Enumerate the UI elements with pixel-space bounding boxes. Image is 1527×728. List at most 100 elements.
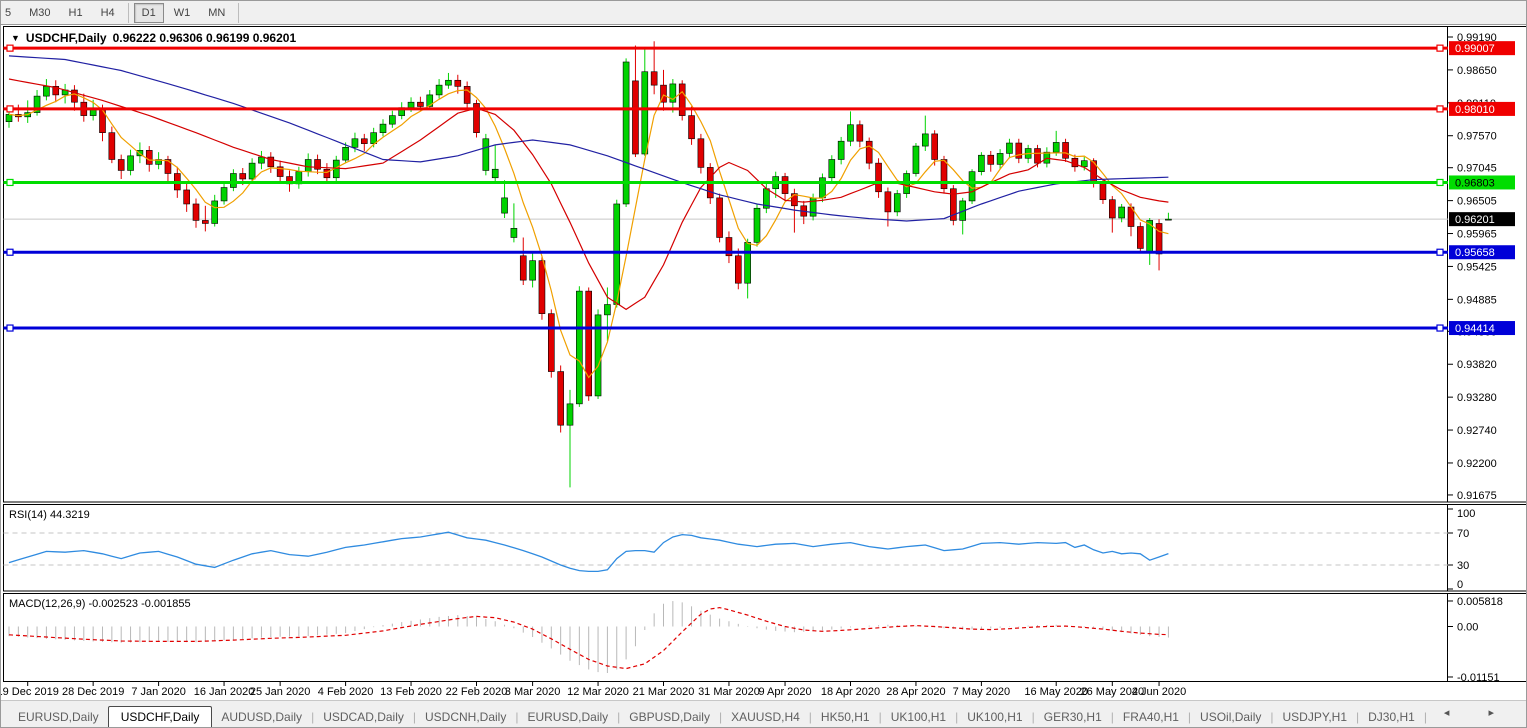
rsi-level-label: 30 bbox=[1457, 560, 1469, 572]
hline-handle[interactable] bbox=[6, 248, 14, 256]
candle-down bbox=[360, 138, 368, 144]
candle-up bbox=[501, 197, 508, 214]
date-label: 22 Feb 2020 bbox=[446, 686, 508, 698]
candle-down bbox=[519, 255, 527, 281]
rsi-level-label: 100 bbox=[1457, 508, 1475, 520]
macd-axis-label: 0.005818 bbox=[1457, 596, 1503, 608]
date-label: 21 Mar 2020 bbox=[633, 686, 695, 698]
chart-ohlc-values: 0.96222 0.96306 0.96199 0.96201 bbox=[112, 31, 297, 45]
candle-down bbox=[1109, 199, 1116, 219]
candle-up bbox=[211, 200, 218, 224]
candle-up bbox=[304, 159, 312, 172]
date-label: 31 Mar 2020 bbox=[698, 686, 760, 698]
candle-up bbox=[847, 124, 854, 142]
candle-up bbox=[379, 123, 387, 133]
candle-down bbox=[734, 255, 742, 284]
symbol-dropdown-icon[interactable]: ▼ bbox=[11, 33, 20, 43]
price-tick-label: 0.94885 bbox=[1457, 294, 1497, 306]
price-tick-label: 0.95965 bbox=[1457, 229, 1497, 241]
date-label: 18 Apr 2020 bbox=[821, 686, 880, 698]
candle-up bbox=[445, 79, 452, 86]
candle-up bbox=[753, 207, 761, 243]
candle-down bbox=[145, 150, 153, 165]
macd-panel-border bbox=[3, 593, 1448, 682]
candle-up bbox=[258, 156, 265, 164]
candle-down bbox=[856, 124, 864, 142]
candle-down bbox=[202, 220, 209, 224]
candle-down bbox=[1099, 182, 1107, 201]
hline-handle[interactable] bbox=[6, 324, 14, 332]
candle-up bbox=[389, 115, 396, 125]
candle-up bbox=[407, 101, 415, 108]
rsi-level-label: 70 bbox=[1457, 528, 1469, 540]
price-tick-label: 0.93820 bbox=[1457, 359, 1497, 371]
candle-down bbox=[1034, 148, 1041, 164]
hline-handle[interactable] bbox=[1436, 105, 1444, 113]
candle-down bbox=[781, 176, 789, 194]
candle-up bbox=[491, 168, 499, 179]
candle-up bbox=[351, 138, 359, 148]
candle-down bbox=[463, 86, 471, 104]
hline-handle[interactable] bbox=[1436, 248, 1444, 256]
main-panel-border bbox=[3, 26, 1448, 503]
candle-down bbox=[716, 197, 723, 238]
candle-up bbox=[482, 138, 490, 171]
candle-down bbox=[931, 133, 938, 160]
date-label: 4 Jun 2020 bbox=[1132, 686, 1186, 698]
candle-up bbox=[1080, 160, 1088, 168]
hline-price-badge-label: 0.98010 bbox=[1455, 104, 1495, 116]
date-label: 7 May 2020 bbox=[953, 686, 1010, 698]
hline-price-badge-label: 0.99007 bbox=[1455, 43, 1495, 55]
date-label: 3 Mar 2020 bbox=[505, 686, 561, 698]
price-tick-label: 0.97045 bbox=[1457, 163, 1497, 175]
candle-down bbox=[323, 168, 331, 179]
hline-price-badge-label: 0.95658 bbox=[1455, 247, 1495, 259]
hline-handle[interactable] bbox=[1436, 324, 1444, 332]
date-label: 16 Jan 2020 bbox=[194, 686, 255, 698]
candle-up bbox=[1043, 151, 1051, 164]
hline-price-badge-label: 0.94414 bbox=[1455, 323, 1495, 335]
candle-down bbox=[697, 138, 705, 168]
candle-up bbox=[529, 260, 536, 281]
date-label: 28 Dec 2019 bbox=[62, 686, 124, 698]
candle-up bbox=[510, 228, 518, 238]
candle-down bbox=[1137, 226, 1144, 249]
candle-up bbox=[604, 304, 611, 316]
candle-up bbox=[127, 155, 134, 171]
candle-up bbox=[837, 140, 845, 160]
date-label: 4 Feb 2020 bbox=[318, 686, 374, 698]
candle-up bbox=[978, 154, 985, 172]
candle-down bbox=[987, 154, 995, 165]
hline-handle[interactable] bbox=[6, 178, 14, 187]
candle-down bbox=[454, 79, 462, 87]
candle-down bbox=[585, 290, 593, 397]
date-label: 16 May 2020 bbox=[1024, 686, 1088, 698]
candle-up bbox=[912, 145, 920, 174]
macd-label: MACD(12,26,9) -0.002523 -0.001855 bbox=[9, 598, 191, 610]
hline-handle[interactable] bbox=[1436, 178, 1444, 187]
hline-handle[interactable] bbox=[6, 105, 14, 113]
candle-up bbox=[996, 153, 1004, 165]
date-label: 13 Feb 2020 bbox=[380, 686, 442, 698]
price-tick-label: 0.93280 bbox=[1457, 392, 1497, 404]
rsi-level-label: 0 bbox=[1457, 579, 1463, 591]
candle-down bbox=[865, 140, 873, 164]
rsi-panel-border bbox=[3, 504, 1448, 592]
candle-up bbox=[893, 193, 901, 213]
candle-up bbox=[641, 71, 649, 155]
candle-up bbox=[43, 86, 50, 97]
candle-down bbox=[417, 101, 424, 107]
candle-down bbox=[1062, 142, 1069, 159]
hline-handle[interactable] bbox=[1436, 44, 1444, 52]
candle-down bbox=[108, 132, 116, 160]
hline-handle[interactable] bbox=[6, 44, 14, 52]
candle-down bbox=[117, 159, 125, 171]
candle-down bbox=[678, 83, 686, 116]
rsi-line bbox=[8, 531, 1169, 573]
date-label: 12 Mar 2020 bbox=[567, 686, 629, 698]
candle-down bbox=[650, 71, 658, 86]
candle-up bbox=[1052, 142, 1060, 153]
current-price-badge-label: 0.96201 bbox=[1455, 214, 1495, 226]
candle-up bbox=[1165, 218, 1172, 221]
date-label: 28 Apr 2020 bbox=[886, 686, 945, 698]
